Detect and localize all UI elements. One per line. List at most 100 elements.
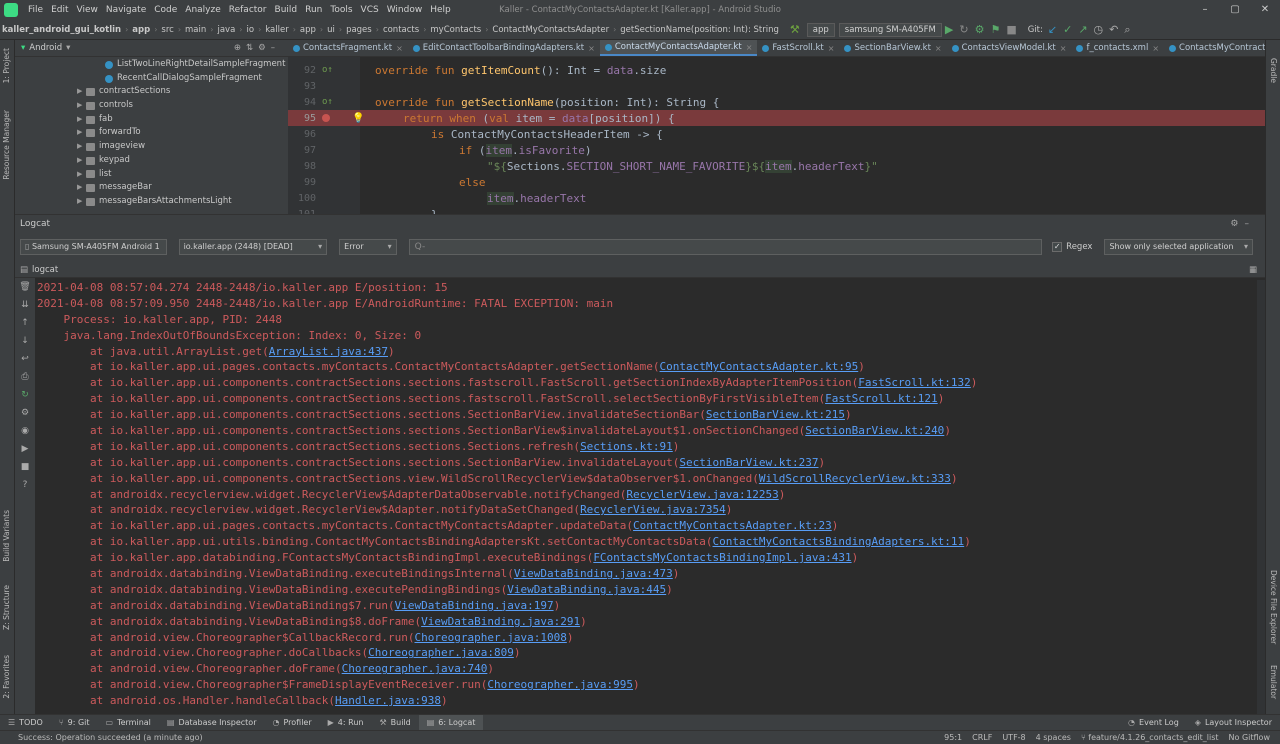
bottom-right-tab[interactable]: ◔ Event Log bbox=[1120, 715, 1187, 731]
breadcrumb-contacts[interactable]: contacts bbox=[381, 25, 421, 35]
device-dropdown[interactable]: samsung SM-A405FM bbox=[838, 22, 942, 37]
project-tree-item[interactable]: ▶ controls bbox=[15, 99, 288, 113]
project-tree-item[interactable]: ▶ contractSections bbox=[15, 85, 288, 99]
breadcrumb-io[interactable]: io bbox=[245, 25, 257, 35]
editor-tab[interactable]: f_contacts.xml × bbox=[1071, 40, 1164, 56]
restart-icon[interactable]: ↻ bbox=[15, 386, 35, 404]
bottom-tab[interactable]: ⑂ 9: Git bbox=[51, 715, 98, 731]
menu-edit[interactable]: Edit bbox=[47, 5, 72, 15]
stacktrace-link[interactable]: SectionBarView.kt:240 bbox=[805, 424, 944, 437]
stacktrace-link[interactable]: ContactMyContactsBindingAdapters.kt:11 bbox=[713, 535, 965, 548]
breadcrumb-src[interactable]: src bbox=[159, 25, 175, 35]
project-tree-item[interactable]: ListTwoLineRightDetailSampleFragment bbox=[15, 58, 288, 72]
git-update-icon[interactable]: ↙ bbox=[1045, 23, 1060, 36]
stacktrace-link[interactable]: RecyclerView.java:12253 bbox=[626, 488, 778, 501]
emulator-tab[interactable]: Emulator bbox=[1269, 665, 1278, 699]
code-line-99[interactable]: 99 else bbox=[288, 174, 1265, 190]
bottom-tab[interactable]: ▶ 4: Run bbox=[320, 715, 372, 731]
clear-logcat-icon[interactable]: 🗑 bbox=[15, 278, 35, 296]
stacktrace-link[interactable]: ContactMyContactsAdapter.kt:95 bbox=[660, 360, 859, 373]
code-line-94[interactable]: 94 o↑ override fun getSectionName(positi… bbox=[288, 94, 1265, 110]
close-tab-icon[interactable]: × bbox=[746, 40, 753, 56]
attach-debugger-icon[interactable]: ⚑ bbox=[987, 23, 1003, 36]
gradle-tab[interactable]: Gradle bbox=[1269, 58, 1278, 83]
menu-analyze[interactable]: Analyze bbox=[181, 5, 224, 15]
override-gutter-icon[interactable]: o↑ bbox=[322, 97, 333, 107]
stacktrace-link[interactable]: ViewDataBinding.java:291 bbox=[421, 615, 580, 628]
project-tree-item[interactable]: ▶ fab bbox=[15, 113, 288, 127]
stacktrace-link[interactable]: Choreographer.java:740 bbox=[342, 662, 488, 675]
menu-file[interactable]: File bbox=[24, 5, 47, 15]
soft-wrap-icon[interactable]: ↩ bbox=[15, 350, 35, 368]
expand-arrow-icon[interactable]: ▶ bbox=[77, 181, 86, 195]
editor-tab[interactable]: SectionBarView.kt × bbox=[839, 40, 946, 56]
stacktrace-link[interactable]: FContactsMyContactsBindingImpl.java:431 bbox=[593, 551, 851, 564]
editor-tab[interactable]: ContactMyContactsAdapter.kt × bbox=[599, 40, 758, 56]
close-tab-icon[interactable]: × bbox=[828, 40, 835, 56]
menu-tools[interactable]: Tools bbox=[326, 5, 356, 15]
maximize-button[interactable]: ▢ bbox=[1220, 0, 1250, 20]
debug-icon[interactable]: ⚙ bbox=[972, 23, 988, 36]
git-branch[interactable]: ⑂ feature/4.1.26_contacts_edit_list bbox=[1081, 733, 1219, 742]
project-tree-item[interactable]: ▶ messageBarsAttachmentsLight bbox=[15, 195, 288, 209]
code-line-96[interactable]: 96 is ContactMyContactsHeaderItem -> { bbox=[288, 126, 1265, 142]
editor-tab[interactable]: ContactsMyContractViewModel.kt× bbox=[1164, 40, 1265, 56]
bottom-tab[interactable]: ⚒ Build bbox=[371, 715, 418, 731]
up-arrow-icon[interactable]: ↑ bbox=[15, 314, 35, 332]
scroll-to-end-icon[interactable]: ⇊ bbox=[15, 296, 35, 314]
stacktrace-link[interactable]: ArrayList.java:437 bbox=[269, 345, 388, 358]
bottom-tab[interactable]: ▤ 6: Logcat bbox=[418, 714, 484, 731]
gitflow-status[interactable]: No Gitflow bbox=[1229, 733, 1270, 742]
menu-refactor[interactable]: Refactor bbox=[225, 5, 271, 15]
editor-tab[interactable]: ContactsFragment.kt × bbox=[288, 40, 408, 56]
menu-view[interactable]: View bbox=[73, 5, 102, 15]
close-tab-icon[interactable]: × bbox=[935, 40, 942, 56]
stacktrace-link[interactable]: SectionBarView.kt:215 bbox=[706, 408, 845, 421]
stacktrace-link[interactable]: WildScrollRecyclerView.kt:333 bbox=[759, 472, 951, 485]
stacktrace-link[interactable]: Sections.kt:91 bbox=[580, 440, 673, 453]
code-line-93[interactable]: 93 bbox=[288, 78, 1265, 94]
stacktrace-link[interactable]: ViewDataBinding.java:445 bbox=[507, 583, 666, 596]
device-select[interactable]: ▯ Samsung SM-A405FM Android 1 bbox=[20, 239, 167, 255]
expand-arrow-icon[interactable]: ▶ bbox=[77, 85, 86, 99]
bottom-right-tab[interactable]: ◈ Layout Inspector bbox=[1187, 715, 1280, 731]
code-line-98[interactable]: 98 "${Sections.SECTION_SHORT_NAME_FAVORI… bbox=[288, 158, 1265, 174]
breadcrumb-method[interactable]: getSectionName(position: Int): String bbox=[618, 25, 781, 35]
search-everywhere-icon[interactable]: ⌕ bbox=[1121, 23, 1133, 37]
bottom-tab[interactable]: ▤ Database Inspector bbox=[159, 715, 265, 731]
editor-tab[interactable]: EditContactToolbarBindingAdapters.kt × bbox=[408, 40, 600, 56]
favorites-tab[interactable]: 2: Favorites bbox=[2, 655, 11, 699]
git-commit-icon[interactable]: ✓ bbox=[1060, 23, 1075, 36]
screenshot-icon[interactable]: ◉ bbox=[15, 422, 35, 440]
stacktrace-link[interactable]: Handler.java:938 bbox=[335, 694, 441, 707]
line-separator[interactable]: CRLF bbox=[972, 733, 992, 742]
stacktrace-link[interactable]: FastScroll.kt:132 bbox=[858, 376, 971, 389]
rerun-icon[interactable]: ↻ bbox=[956, 23, 971, 36]
run-config-dropdown[interactable]: app bbox=[806, 22, 835, 37]
breadcrumb-app[interactable]: app bbox=[130, 25, 152, 35]
expand-arrow-icon[interactable]: ▶ bbox=[77, 195, 86, 209]
project-view-dropdown[interactable]: Android bbox=[29, 43, 62, 53]
breadcrumb-project[interactable]: kaller_android_gui_kotlin bbox=[0, 25, 123, 35]
project-tree-item[interactable]: ▶ imageview bbox=[15, 140, 288, 154]
menu-window[interactable]: Window bbox=[383, 5, 427, 15]
run-icon[interactable]: ▶ bbox=[942, 23, 956, 36]
project-tree-item[interactable]: ▶ keypad bbox=[15, 154, 288, 168]
filter-config-select[interactable]: Show only selected application ▾ bbox=[1104, 239, 1253, 255]
close-tab-icon[interactable]: × bbox=[1060, 40, 1067, 56]
logcat-search-input[interactable]: Q- bbox=[408, 239, 1043, 255]
stop-icon[interactable]: ■ bbox=[1003, 23, 1019, 36]
caret-position[interactable]: 95:1 bbox=[944, 733, 962, 742]
code-line-100[interactable]: 100 item.headerText bbox=[288, 190, 1265, 206]
print-icon[interactable]: ⎙ bbox=[15, 368, 35, 386]
breadcrumb-ui[interactable]: ui bbox=[325, 25, 337, 35]
bottom-tab[interactable]: ☰ TODO bbox=[0, 715, 51, 731]
stop-icon[interactable]: ■ bbox=[15, 458, 35, 476]
menu-build[interactable]: Build bbox=[271, 5, 302, 15]
down-arrow-icon[interactable]: ↓ bbox=[15, 332, 35, 350]
expand-arrow-icon[interactable]: ▶ bbox=[77, 113, 86, 127]
expand-arrow-icon[interactable]: ▶ bbox=[77, 140, 86, 154]
project-tree-item[interactable]: RecentCallDialogSampleFragment bbox=[15, 72, 288, 86]
regex-checkbox[interactable]: ✓ Regex bbox=[1052, 242, 1092, 252]
breadcrumb-java[interactable]: java bbox=[215, 25, 237, 35]
